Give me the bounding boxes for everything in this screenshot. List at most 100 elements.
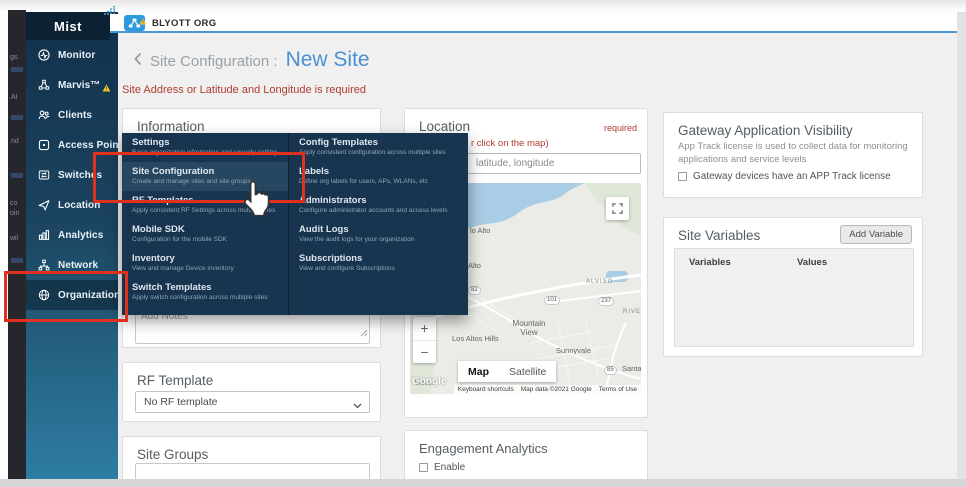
sidebar-item-access-points[interactable]: Access Points — [26, 130, 118, 160]
zoom-out-button[interactable]: − — [413, 341, 436, 364]
organization-menu-left-column: Settings Basic organization information … — [122, 133, 289, 315]
marvis-icon — [37, 78, 51, 92]
enable-checkbox[interactable] — [419, 463, 428, 472]
location-title: Location — [419, 119, 470, 134]
rf-template-title: RF Template — [137, 373, 213, 388]
top-bar: BLYOTT ORG — [110, 14, 957, 33]
sidebar-item-monitor[interactable]: Monitor — [26, 40, 118, 70]
background-text-fragment: oin — [10, 210, 19, 217]
map-attribution: Keyboard shortcuts Map data ©2021 Google… — [454, 385, 641, 394]
rf-template-value: No RF template — [144, 396, 218, 408]
site-variables-title: Site Variables — [678, 228, 760, 243]
hand-cursor-icon — [240, 178, 274, 223]
sidebar-item-analytics[interactable]: Analytics — [26, 220, 118, 250]
sidebar-item-network[interactable]: Network — [26, 250, 118, 280]
switches-icon — [37, 168, 51, 182]
menu-item-mobile-sdk[interactable]: Mobile SDK Configuration for the mobile … — [122, 220, 288, 249]
org-icon — [124, 15, 145, 31]
required-label: required — [604, 123, 637, 133]
gateway-checkbox-row: Gateway devices have an APP Track licens… — [678, 171, 891, 182]
menu-item-subscriptions[interactable]: Subscriptions View and configure Subscri… — [289, 249, 468, 278]
page-header: Site Configuration : New Site — [134, 48, 370, 72]
satellite-view-button[interactable]: Satellite — [499, 361, 556, 382]
background-text-fragment: .AI — [9, 94, 18, 101]
background-text-fragment: co — [10, 200, 17, 207]
values-column-header: Values — [797, 257, 827, 268]
validation-error: Site Address or Latitude and Longitude i… — [122, 84, 366, 96]
terms-link[interactable]: Terms of Use — [599, 386, 637, 393]
access-points-icon — [37, 138, 51, 152]
keyboard-shortcuts-link[interactable]: Keyboard shortcuts — [458, 386, 514, 393]
site-variables-table: Variables Values — [674, 248, 914, 347]
menu-item-settings[interactable]: Settings Basic organization information … — [122, 133, 288, 162]
background-text-fragment: nd — [11, 138, 19, 145]
map-label-santa: Santa — [622, 365, 641, 374]
map-view-button[interactable]: Map — [458, 361, 499, 382]
rf-template-select[interactable]: No RF template — [135, 391, 370, 413]
route-shield-237: 237 — [598, 297, 614, 306]
clients-icon — [37, 108, 51, 122]
sidebar: Mist Monitor Marvis — [26, 12, 118, 479]
location-hint-fragment: r click on the map) — [471, 138, 549, 149]
map-zoom-control: + − — [413, 317, 436, 363]
analytics-icon — [37, 228, 51, 242]
back-chevron-icon[interactable] — [134, 52, 142, 66]
variables-column-header: Variables — [689, 257, 731, 268]
sidebar-nav: Monitor Marvis™ Clients — [26, 40, 118, 310]
screenshot-root: gs. .AI nd co oin wil Mist — [0, 0, 966, 487]
engagement-analytics-panel: Engagement Analytics Enable — [404, 430, 648, 486]
route-shield-101: 101 — [544, 296, 560, 305]
menu-item-inventory[interactable]: Inventory View and manage Device invento… — [122, 249, 288, 278]
map-label-los-altos-hills: Los Altos Hills — [452, 335, 499, 344]
window-right-edge — [957, 12, 966, 480]
engagement-title: Engagement Analytics — [419, 441, 548, 456]
mist-logo[interactable]: Mist — [26, 12, 110, 40]
site-variables-panel: Site Variables Add Variable Variables Va… — [663, 217, 923, 357]
app-track-checkbox[interactable] — [678, 172, 687, 181]
org-switcher[interactable]: BLYOTT ORG — [124, 15, 216, 31]
menu-item-labels[interactable]: Labels Define org labels for users, APs,… — [289, 162, 468, 191]
enable-label: Enable — [434, 462, 465, 473]
breadcrumb[interactable]: Site Configuration : — [150, 53, 278, 70]
org-name: BLYOTT ORG — [152, 18, 216, 29]
page-title: New Site — [286, 48, 370, 72]
background-chip — [11, 115, 23, 120]
background-chip — [11, 173, 23, 178]
menu-item-audit-logs[interactable]: Audit Logs View the audit logs for your … — [289, 220, 468, 249]
gateway-description: App Track license is used to collect dat… — [678, 141, 908, 167]
warning-icon — [102, 79, 111, 97]
background-text-fragment: wil — [10, 235, 18, 242]
menu-item-switch-templates[interactable]: Switch Templates Apply switch configurat… — [122, 278, 288, 307]
menu-item-administrators[interactable]: Administrators Configure administrator a… — [289, 191, 468, 220]
map-label-sunnyvale: Sunnyvale — [556, 347, 591, 356]
map-type-toggle: Map Satellite — [458, 361, 556, 382]
add-variable-button[interactable]: Add Variable — [840, 225, 912, 244]
sidebar-item-marvis[interactable]: Marvis™ — [26, 70, 118, 100]
gateway-title: Gateway Application Visibility — [678, 123, 853, 138]
org-warning-icon — [139, 12, 147, 30]
resize-handle-icon[interactable] — [360, 324, 368, 342]
sidebar-item-switches[interactable]: Switches — [26, 160, 118, 190]
map-data-label: Map data ©2021 Google — [521, 386, 592, 393]
background-chip — [11, 258, 23, 263]
background-text-fragment: gs. — [10, 54, 19, 61]
organization-menu: Settings Basic organization information … — [122, 133, 468, 315]
menu-item-config-templates[interactable]: Config Templates Apply consistent config… — [289, 133, 468, 162]
sidebar-item-clients[interactable]: Clients — [26, 100, 118, 130]
background-chip — [11, 67, 23, 72]
location-icon — [37, 198, 51, 212]
organization-menu-right-column: Config Templates Apply consistent config… — [289, 133, 468, 315]
sidebar-item-organization[interactable]: Organization — [26, 280, 118, 310]
map-label-palo-alto: lo Alto — [470, 227, 490, 236]
map-fullscreen-button[interactable] — [606, 197, 629, 220]
window-top-edge — [0, 0, 966, 12]
map-label-alto: Alto — [468, 262, 481, 271]
site-groups-title: Site Groups — [137, 447, 208, 462]
zoom-in-button[interactable]: + — [413, 317, 436, 341]
app-track-label: Gateway devices have an APP Track licens… — [693, 171, 891, 182]
rf-template-panel: RF Template No RF template — [122, 362, 381, 422]
sidebar-item-location[interactable]: Location — [26, 190, 118, 220]
map-label-alviso: ALVISO — [586, 279, 613, 286]
monitor-icon — [37, 48, 51, 62]
google-watermark: Google — [412, 376, 446, 387]
